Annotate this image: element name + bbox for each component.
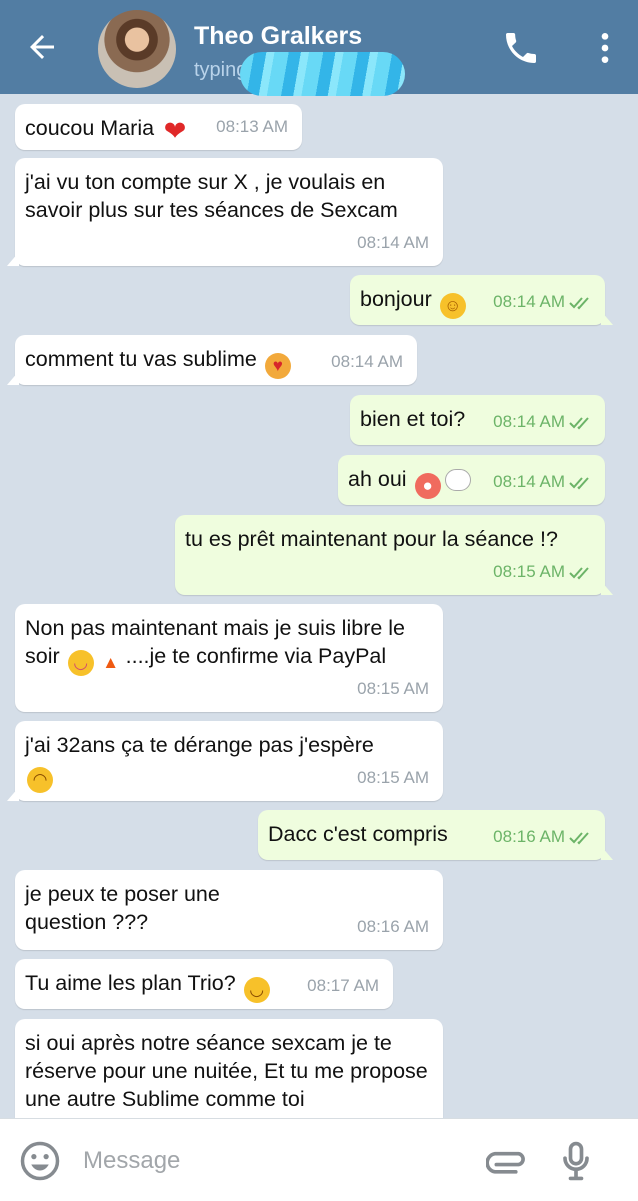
message-text: Tu aime les plan Trio? xyxy=(25,971,236,995)
message-bubble[interactable]: j'ai 32ans ça te dérange pas j'espère ◠ … xyxy=(7,721,443,801)
heart-eyes-cat-emoji-icon: ♥ xyxy=(264,353,291,379)
bubble-tail xyxy=(601,846,613,860)
message-time: 08:14 AM xyxy=(331,352,403,371)
message-time: 08:15 AM xyxy=(357,768,429,787)
message-bubble[interactable]: coucou Maria ❤ 08:13 AM xyxy=(15,104,302,150)
bubble-tail xyxy=(7,371,19,385)
message-bubble[interactable]: j'ai vu ton compte sur X , je voulais en… xyxy=(7,158,443,266)
more-vertical-icon[interactable] xyxy=(585,28,625,68)
message-time: 08:16 AM xyxy=(357,917,429,936)
message-bubble[interactable]: ah oui ● 08:14 AM xyxy=(338,455,605,505)
message-time: 08:14 AM xyxy=(493,408,593,436)
emoji-icon[interactable] xyxy=(19,1140,61,1182)
message-bubble[interactable]: tu es prêt maintenant pour la séance !? … xyxy=(175,515,613,595)
message-text-continued: ....je te confirme via PayPal xyxy=(125,644,387,668)
arrow-left-icon[interactable] xyxy=(24,29,60,65)
double-check-icon xyxy=(569,476,589,489)
heart-emoji-icon: ❤ xyxy=(163,116,187,146)
message-text: bien et toi? xyxy=(360,407,466,431)
bubble-tail xyxy=(601,581,613,595)
message-bubble[interactable]: bonjour ☺ 08:14 AM xyxy=(350,275,613,325)
fire-emoji-icon: ▲ xyxy=(102,653,120,672)
microphone-icon[interactable] xyxy=(554,1136,598,1186)
double-check-icon xyxy=(569,831,589,844)
laughing-emoji-icon: ◠ xyxy=(27,767,53,793)
message-text: tu es prêt maintenant pour la séance !? xyxy=(185,527,558,551)
thought-bubble-icon xyxy=(444,469,471,491)
message-list[interactable]: coucou Maria ❤ 08:13 AM j'ai vu ton comp… xyxy=(0,94,638,1118)
message-time: 08:14 AM xyxy=(493,468,593,496)
message-input[interactable] xyxy=(81,1139,465,1183)
message-bubble[interactable]: comment tu vas sublime ♥ 08:14 AM xyxy=(7,335,417,385)
message-bubble[interactable]: Dacc c'est compris 08:16 AM xyxy=(258,810,613,860)
message-bubble[interactable]: bien et toi? 08:14 AM xyxy=(350,395,605,445)
message-time: 08:15 AM xyxy=(357,679,429,698)
slight-smile-emoji-icon: ◡ xyxy=(243,977,270,1003)
double-check-icon xyxy=(569,296,589,309)
message-composer xyxy=(0,1118,638,1201)
redaction-scribble xyxy=(240,52,405,96)
message-time: 08:14 AM xyxy=(493,288,593,316)
phone-icon[interactable] xyxy=(501,28,541,68)
chat-header: Theo Gralkers typing xyxy=(0,0,638,96)
message-time: 08:17 AM xyxy=(307,976,379,995)
message-text: je peux te poser une question ??? xyxy=(25,882,220,934)
message-bubble[interactable]: je peux te poser une question ??? 08:16 … xyxy=(15,870,443,950)
paperclip-icon[interactable] xyxy=(486,1137,530,1187)
message-text: comment tu vas sublime xyxy=(25,347,257,371)
message-time: 08:15 AM xyxy=(493,558,593,586)
yum-emoji-icon: ◡ xyxy=(67,650,94,676)
smile-emoji-icon: ☺ xyxy=(439,293,466,319)
message-bubble[interactable]: Non pas maintenant mais je suis libre le… xyxy=(15,604,443,712)
flushed-emoji-icon: ● xyxy=(414,473,441,499)
contact-name[interactable]: Theo Gralkers xyxy=(194,22,362,51)
bubble-tail xyxy=(7,252,19,266)
double-check-icon xyxy=(569,566,589,579)
message-bubble[interactable]: si oui après notre séance sexcam je te r… xyxy=(15,1019,443,1118)
message-time: 08:16 AM xyxy=(493,823,593,851)
message-time: 08:14 AM xyxy=(357,233,429,252)
message-time: 08:13 AM xyxy=(216,117,288,136)
message-text: ah oui xyxy=(348,467,407,491)
bubble-tail xyxy=(7,787,19,801)
message-text: j'ai vu ton compte sur X , je voulais en… xyxy=(25,170,398,222)
message-text: Dacc c'est compris xyxy=(268,822,448,846)
message-bubble[interactable]: Tu aime les plan Trio? ◡ 08:17 AM xyxy=(15,959,393,1009)
message-text: coucou Maria xyxy=(25,116,155,140)
message-text: bonjour xyxy=(360,287,432,311)
message-text: j'ai 32ans ça te dérange pas j'espère xyxy=(25,733,374,757)
avatar[interactable] xyxy=(98,10,176,88)
bubble-tail xyxy=(601,311,613,325)
message-text: si oui après notre séance sexcam je te r… xyxy=(25,1031,428,1111)
double-check-icon xyxy=(569,416,589,429)
